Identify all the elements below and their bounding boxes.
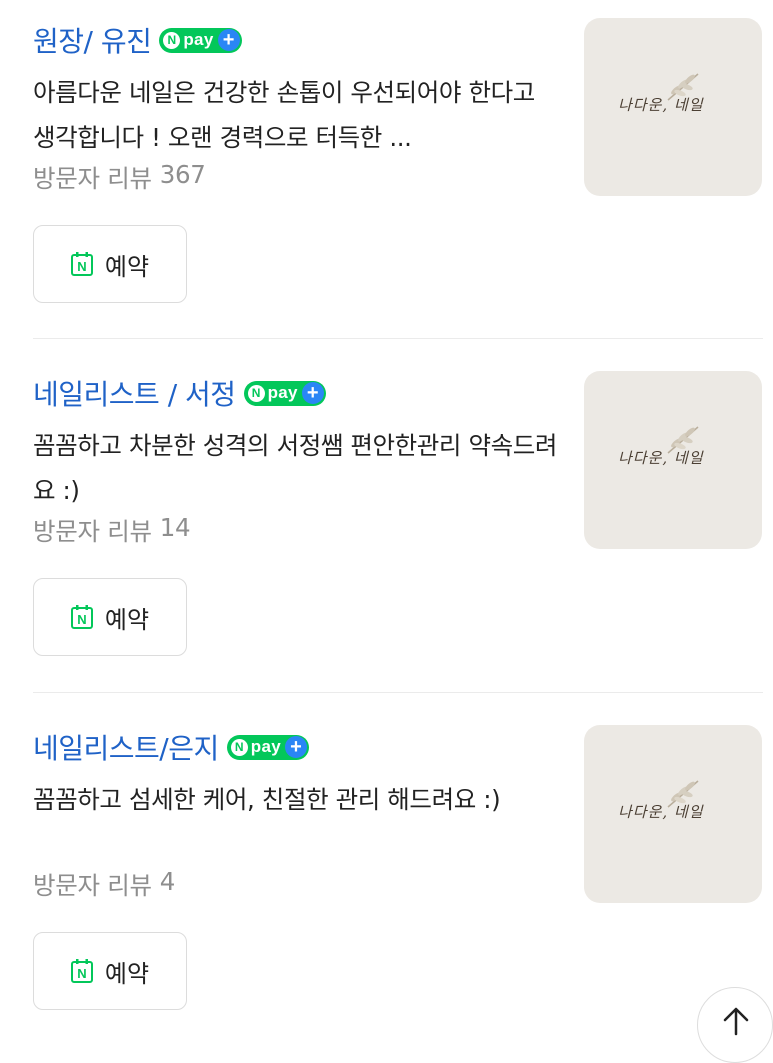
npay-plus-badge: N pay + [226,734,309,760]
staff-name-link[interactable]: 네일리스트/은지 [33,727,219,767]
shop-logo-text: 나다운, 네일 [618,449,704,467]
visitor-reviews[interactable]: 방문자 리뷰 14 [33,513,191,548]
npay-n-icon: N [230,738,248,756]
naver-booking-icon: N [70,959,93,983]
plus-icon: + [301,382,324,404]
visitor-reviews-count: 14 [159,513,191,542]
plus-icon: + [284,736,307,758]
shop-logo-text: 나다운, 네일 [618,96,704,114]
npay-plus-badge: N pay + [159,27,242,53]
book-button[interactable]: N 예약 [33,225,187,303]
staff-description: 아름다운 네일은 건강한 손톱이 우선되어야 한다고 생각합니다 ! 오랜 경력… [33,78,535,152]
npay-n-icon: N [247,384,265,402]
visitor-reviews-label: 방문자 리뷰 [33,164,152,193]
npay-n-icon: N [163,31,181,49]
staff-title-row[interactable]: 원장/ 유진 N pay + [33,20,242,60]
svg-text:N: N [77,259,86,274]
svg-text:N: N [77,612,86,627]
staff-thumbnail[interactable]: 나다운, 네일 [584,18,762,196]
npay-label: pay [267,383,298,402]
staff-thumbnail[interactable]: 나다운, 네일 [584,725,762,903]
scroll-to-top-button[interactable] [697,987,773,1063]
arrow-up-icon [723,1007,749,1036]
staff-name-link[interactable]: 원장/ 유진 [33,20,152,60]
book-button-label: 예약 [104,959,150,988]
divider [33,338,763,339]
naver-booking-icon: N [70,252,93,276]
visitor-reviews[interactable]: 방문자 리뷰 4 [33,867,175,902]
npay-plus-badge: N pay + [243,380,326,406]
staff-description: 꼼꼼하고 섬세한 케어, 친절한 관리 해드려요 :) [33,785,501,814]
npay-label: pay [250,737,281,756]
book-button-label: 예약 [104,605,150,634]
visitor-reviews-count: 367 [159,160,206,189]
naver-booking-icon: N [70,605,93,629]
staff-list: 원장/ 유진 N pay + 아름다운 네일은 건강한 손톱이 우선되어야 한다… [0,0,773,1036]
staff-name-link[interactable]: 네일리스트 / 서정 [33,373,236,413]
svg-text:N: N [77,966,86,981]
book-button-label: 예약 [104,252,150,281]
staff-title-row[interactable]: 네일리스트/은지 N pay + [33,727,309,767]
staff-description: 꼼꼼하고 차분한 성격의 서정쌤 편안한관리 약속드려요 :) [33,431,558,505]
visitor-reviews[interactable]: 방문자 리뷰 367 [33,160,206,195]
visitor-reviews-count: 4 [159,867,176,896]
staff-thumbnail[interactable]: 나다운, 네일 [584,371,762,549]
shop-logo-text: 나다운, 네일 [618,803,704,821]
visitor-reviews-label: 방문자 리뷰 [33,871,152,900]
book-button[interactable]: N 예약 [33,932,187,1010]
plus-icon: + [217,29,240,51]
visitor-reviews-label: 방문자 리뷰 [33,517,152,546]
divider [33,692,763,693]
book-button[interactable]: N 예약 [33,578,187,656]
npay-label: pay [183,30,214,49]
staff-title-row[interactable]: 네일리스트 / 서정 N pay + [33,373,326,413]
